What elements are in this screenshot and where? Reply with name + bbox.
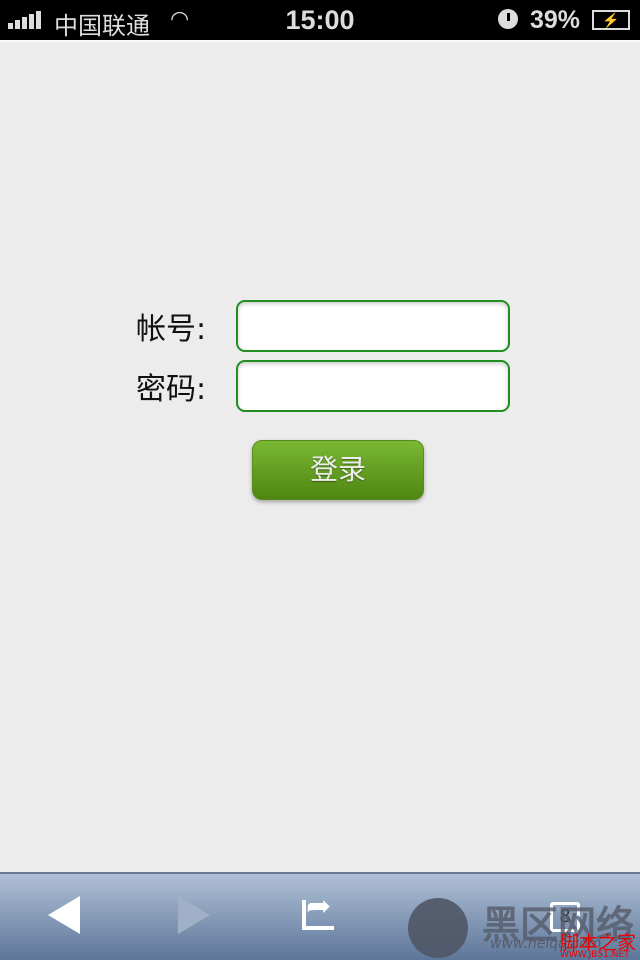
share-icon[interactable]: ➦ bbox=[302, 892, 334, 930]
battery-charging-icon: ⚡ bbox=[592, 10, 630, 30]
watermark-logo bbox=[408, 898, 468, 958]
password-input[interactable] bbox=[236, 360, 510, 412]
account-input[interactable] bbox=[236, 300, 510, 352]
account-label: 帐号: bbox=[136, 312, 207, 347]
back-icon[interactable] bbox=[48, 896, 80, 934]
clock-icon bbox=[498, 9, 518, 29]
password-row: 密码: bbox=[136, 360, 510, 412]
watermark-url-2: WWW.JB51.NET bbox=[560, 950, 630, 960]
battery-percent: 39% bbox=[530, 6, 581, 34]
login-button[interactable]: 登录 bbox=[252, 440, 424, 500]
password-label: 密码: bbox=[136, 372, 207, 407]
browser-toolbar: ➦ 8 黑区网络 www.heiqu.com 脚本之家 WWW.JB51.NET bbox=[0, 872, 640, 960]
account-row: 帐号: bbox=[136, 300, 510, 352]
page-content: 帐号: 密码: 登录 bbox=[0, 40, 640, 872]
forward-icon[interactable] bbox=[178, 896, 210, 934]
status-bar: 中国联通 ◠ 15:00 39% ⚡ bbox=[0, 0, 640, 40]
